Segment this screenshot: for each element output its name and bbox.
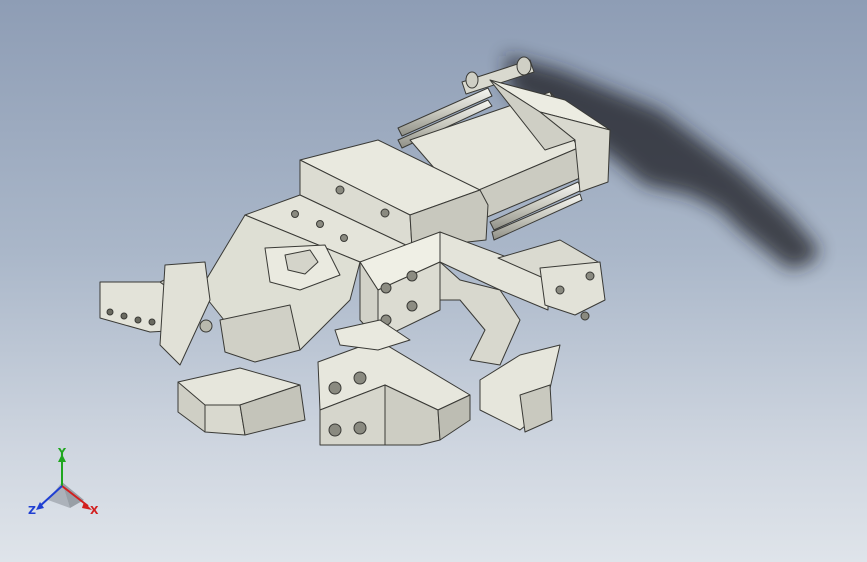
gripper-assembly[interactable] — [99, 56, 611, 446]
3d-model-render[interactable] — [0, 0, 867, 562]
front-finger — [317, 319, 471, 446]
triad-x-label: X — [90, 504, 99, 517]
triad-y-label: Y — [58, 446, 66, 459]
cad-viewport[interactable]: Y X Z — [0, 0, 867, 562]
orientation-triad[interactable]: Y X Z — [28, 446, 108, 528]
triad-z-label: Z — [28, 504, 36, 517]
left-finger — [177, 367, 306, 436]
